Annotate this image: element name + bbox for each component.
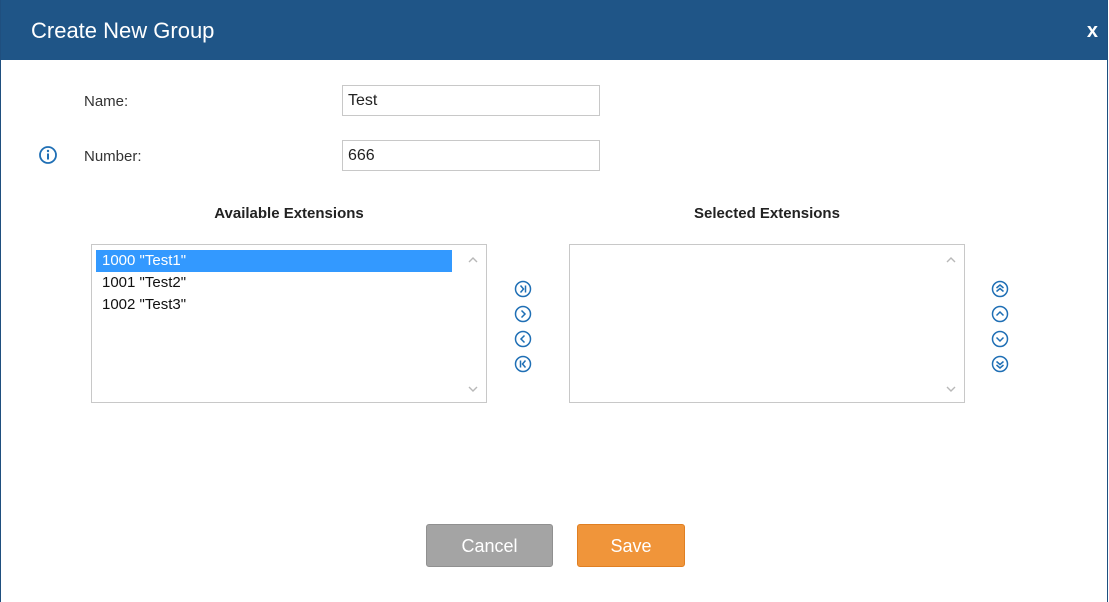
number-input[interactable]	[342, 140, 600, 171]
scroll-up-icon[interactable]	[466, 253, 480, 265]
double-chevron-up-icon[interactable]	[991, 280, 1009, 298]
scroll-down-icon[interactable]	[466, 382, 480, 394]
double-chevron-right-icon[interactable]	[514, 280, 532, 298]
chevron-down-icon[interactable]	[991, 330, 1009, 348]
list-item[interactable]: 1001 "Test2"	[96, 272, 452, 294]
dialog-titlebar: Create New Group x	[1, 0, 1107, 60]
name-input[interactable]	[342, 85, 600, 116]
list-item[interactable]: 1000 "Test1"	[96, 250, 452, 272]
name-label: Name:	[84, 93, 129, 110]
chevron-left-icon[interactable]	[514, 330, 532, 348]
create-group-dialog: Create New Group x Name: Number: Availab…	[0, 0, 1108, 602]
save-button[interactable]: Save	[577, 524, 685, 567]
selected-extensions-list[interactable]	[569, 244, 965, 403]
double-chevron-down-icon[interactable]	[991, 355, 1009, 373]
double-chevron-left-icon[interactable]	[514, 355, 532, 373]
cancel-button[interactable]: Cancel	[426, 524, 553, 567]
selected-extensions-heading: Selected Extensions	[694, 205, 840, 222]
dialog-title: Create New Group	[31, 18, 215, 43]
chevron-right-icon[interactable]	[514, 305, 532, 323]
close-button[interactable]: x	[1087, 20, 1098, 43]
scroll-down-icon[interactable]	[944, 382, 958, 394]
chevron-up-icon[interactable]	[991, 305, 1009, 323]
available-extensions-list[interactable]: 1000 "Test1" 1001 "Test2" 1002 "Test3"	[91, 244, 487, 403]
info-icon[interactable]	[38, 145, 58, 165]
number-label: Number:	[84, 148, 142, 165]
list-item[interactable]: 1002 "Test3"	[96, 294, 452, 316]
available-extensions-heading: Available Extensions	[214, 205, 364, 222]
scroll-up-icon[interactable]	[944, 253, 958, 265]
